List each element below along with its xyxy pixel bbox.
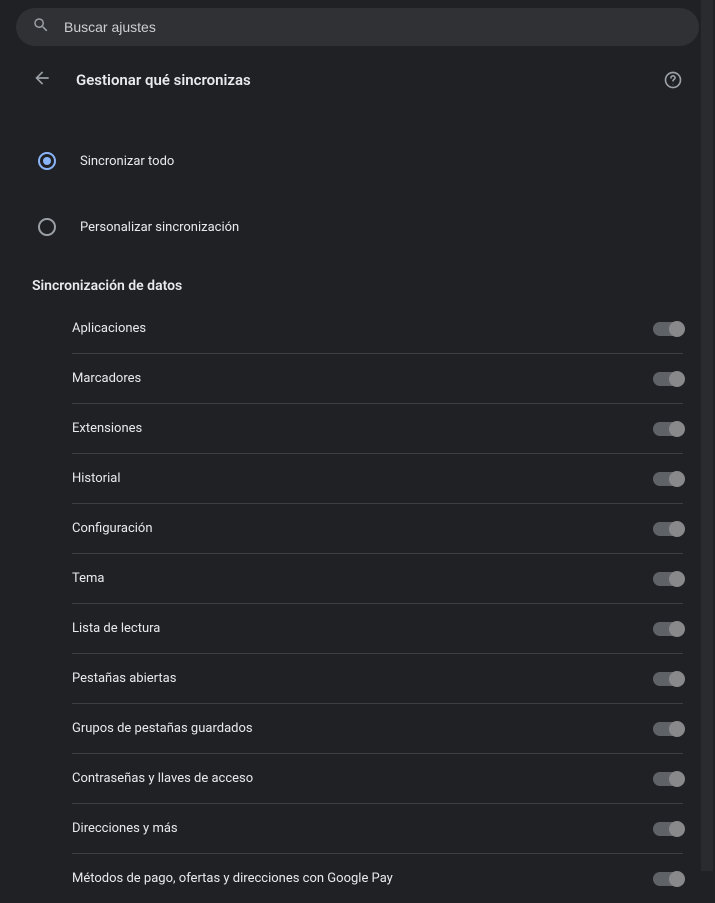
toggle-row-historial: Historial [72, 454, 683, 504]
toggle-switch[interactable] [653, 822, 683, 836]
toggle-label: Grupos de pestañas guardados [72, 721, 253, 736]
toggle-label: Direcciones y más [72, 821, 178, 836]
toggle-row-marcadores: Marcadores [72, 354, 683, 404]
toggle-label: Contraseñas y llaves de acceso [72, 771, 253, 786]
toggle-switch[interactable] [653, 572, 683, 586]
toggle-switch[interactable] [653, 522, 683, 536]
toggle-label: Tema [72, 571, 105, 586]
page-header: Gestionar qué sincronizas [32, 70, 683, 90]
toggle-label: Aplicaciones [72, 321, 146, 336]
toggle-switch[interactable] [653, 422, 683, 436]
toggle-label: Métodos de pago, ofertas y direcciones c… [72, 871, 393, 886]
toggle-label: Extensiones [72, 421, 142, 436]
toggle-row-direcciones: Direcciones y más [72, 804, 683, 854]
help-icon [663, 79, 683, 94]
radio-label: Sincronizar todo [80, 154, 174, 169]
toggle-row-configuracion: Configuración [72, 504, 683, 554]
toggle-row-lista-lectura: Lista de lectura [72, 604, 683, 654]
page-title: Gestionar qué sincronizas [76, 71, 639, 89]
toggle-switch[interactable] [653, 622, 683, 636]
back-button[interactable] [32, 70, 52, 90]
toggle-switch[interactable] [653, 872, 683, 886]
toggle-switch[interactable] [653, 472, 683, 486]
toggle-label: Historial [72, 471, 120, 486]
search-input[interactable] [64, 19, 683, 35]
toggle-label: Lista de lectura [72, 621, 160, 636]
toggle-switch[interactable] [653, 772, 683, 786]
radio-label: Personalizar sincronización [80, 220, 239, 235]
radio-indicator [38, 152, 56, 170]
search-icon [32, 16, 64, 38]
toggle-row-pestanas-abiertas: Pestañas abiertas [72, 654, 683, 704]
content-area: Gestionar qué sincronizas Sincronizar to… [0, 46, 715, 903]
toggle-row-metodos-pago: Métodos de pago, ofertas y direcciones c… [72, 854, 683, 903]
toggle-row-contrasenas: Contraseñas y llaves de acceso [72, 754, 683, 804]
section-heading: Sincronización de datos [32, 278, 683, 294]
toggle-switch[interactable] [653, 322, 683, 336]
toggle-switch[interactable] [653, 722, 683, 736]
toggle-row-aplicaciones: Aplicaciones [72, 304, 683, 354]
toggle-label: Pestañas abiertas [72, 671, 176, 686]
toggle-list: Aplicaciones Marcadores Extensiones Hist… [32, 304, 683, 903]
toggle-row-extensiones: Extensiones [72, 404, 683, 454]
radio-sync-all[interactable]: Sincronizar todo [32, 138, 683, 184]
toggle-switch[interactable] [653, 672, 683, 686]
radio-indicator [38, 218, 56, 236]
radio-customize-sync[interactable]: Personalizar sincronización [32, 204, 683, 250]
toggle-label: Configuración [72, 521, 153, 536]
search-bar[interactable] [16, 8, 699, 46]
toggle-row-tema: Tema [72, 554, 683, 604]
arrow-left-icon [32, 68, 52, 92]
toggle-row-grupos-pestanas: Grupos de pestañas guardados [72, 704, 683, 754]
toggle-label: Marcadores [72, 371, 141, 386]
scrollbar[interactable] [701, 0, 713, 871]
help-button[interactable] [663, 70, 683, 90]
toggle-switch[interactable] [653, 372, 683, 386]
